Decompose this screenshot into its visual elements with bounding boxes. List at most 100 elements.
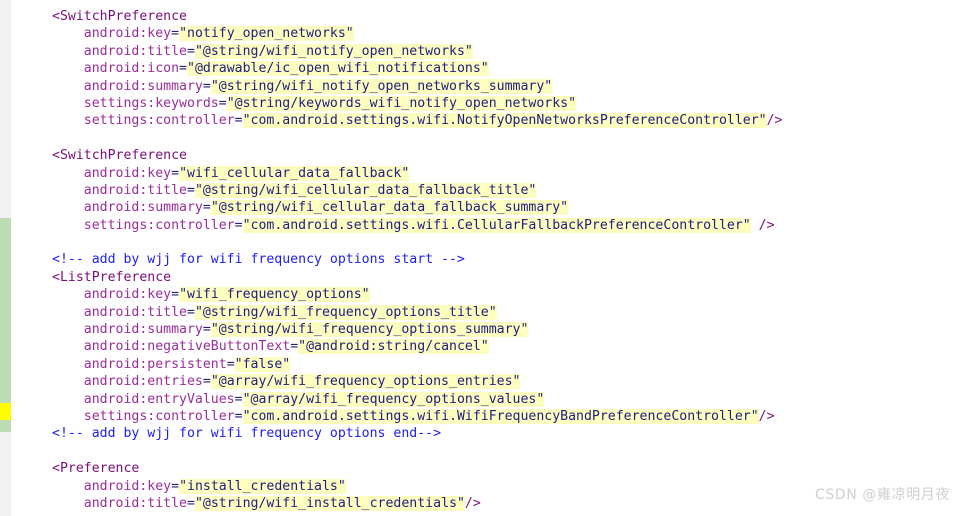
token-eq: = (234, 408, 243, 424)
code-line[interactable]: <SwitchPreference (11, 147, 964, 164)
code-line[interactable]: settings:controller="com.android.setting… (11, 408, 964, 425)
code-line[interactable]: android:title="@string/wifi_cellular_dat… (11, 182, 964, 199)
code-line-blank[interactable] (11, 234, 964, 251)
token-val: "notify_open_networks" (179, 26, 354, 42)
token-punct: /> (750, 217, 775, 233)
token-eq: = (186, 495, 195, 511)
token-attr: android:entryValues (83, 391, 235, 407)
token-val: "@drawable/ic_open_wifi_notifications" (187, 61, 489, 77)
code-line[interactable]: android:key="wifi_frequency_options" (11, 286, 964, 303)
code-line[interactable]: android:key="notify_open_networks" (11, 25, 964, 42)
code-line[interactable]: android:negativeButtonText="@android:str… (11, 338, 964, 355)
token-eq: = (186, 182, 195, 198)
code-line[interactable]: android:persistent="false" (11, 356, 964, 373)
token-val: "@string/wifi_frequency_options_summary" (210, 322, 529, 338)
token-attr: android:persistent (83, 356, 227, 372)
token-comment: <!-- add by wjj for wifi frequency optio… (52, 426, 442, 442)
code-line[interactable]: android:key="wifi_cellular_data_fallback… (11, 165, 964, 182)
code-line[interactable]: <SwitchPreference (11, 8, 964, 25)
code-line[interactable]: settings:controller="com.android.setting… (11, 112, 964, 129)
token-tag: <SwitchPreference (52, 148, 187, 164)
code-line[interactable]: <!-- add by wjj for wifi frequency optio… (11, 425, 964, 442)
token-val: "@array/wifi_frequency_options_entries" (210, 374, 521, 390)
token-eq: = (202, 200, 211, 216)
token-attr: android:key (83, 165, 172, 181)
token-attr: android:summary (83, 200, 203, 216)
token-val: "wifi_cellular_data_fallback" (179, 165, 410, 181)
token-val: "@android:string/cancel" (298, 339, 489, 355)
gutter-marker-added-block-tail[interactable] (0, 420, 11, 432)
code-line[interactable]: settings:keywords="@string/keywords_wifi… (11, 95, 964, 112)
code-line[interactable]: android:summary="@string/wifi_cellular_d… (11, 199, 964, 216)
editor-gutter[interactable] (0, 0, 11, 516)
token-attr: android:title (83, 182, 187, 198)
token-eq: = (234, 217, 243, 233)
code-line[interactable]: android:title="@string/wifi_notify_open_… (11, 43, 964, 60)
code-line[interactable]: <ListPreference (11, 269, 964, 286)
token-eq: = (171, 26, 180, 42)
token-eq: = (186, 304, 195, 320)
token-attr: android:summary (83, 78, 203, 94)
token-attr: android:negativeButtonText (83, 339, 291, 355)
token-eq: = (179, 61, 187, 77)
code-line[interactable]: android:summary="@string/wifi_notify_ope… (11, 78, 964, 95)
code-content[interactable]: <SwitchPreference android:key="notify_op… (11, 0, 964, 516)
code-line[interactable]: android:entries="@array/wifi_frequency_o… (11, 373, 964, 390)
token-attr: android:icon (83, 61, 180, 77)
code-line[interactable]: <!-- add by wjj for wifi frequency optio… (11, 251, 964, 268)
code-line-blank[interactable] (11, 443, 964, 460)
code-line[interactable]: android:summary="@string/wifi_frequency_… (11, 321, 964, 338)
code-line-blank[interactable] (11, 130, 964, 147)
token-eq: = (171, 478, 180, 494)
token-val: "@string/wifi_cellular_data_fallback_sum… (210, 200, 569, 216)
token-attr: settings:controller (83, 217, 235, 233)
code-line[interactable]: settings:controller="com.android.setting… (11, 217, 964, 234)
token-eq: = (226, 356, 235, 372)
token-tag: <SwitchPreference (52, 9, 187, 24)
token-attr: android:title (83, 495, 187, 511)
code-editor[interactable]: <SwitchPreference android:key="notify_op… (0, 0, 964, 516)
gutter-marker-modified-line[interactable] (0, 403, 11, 420)
gutter-marker-added-block[interactable] (0, 218, 11, 403)
token-attr: android:summary (83, 322, 203, 338)
token-val: "@string/wifi_notify_open_networks" (194, 43, 473, 59)
token-eq: = (234, 391, 243, 407)
token-attr: settings:keywords (83, 95, 219, 111)
token-attr: android:key (83, 287, 172, 303)
token-eq: = (186, 43, 195, 59)
token-val: "@string/wifi_frequency_options_title" (194, 304, 497, 320)
token-val: "wifi_frequency_options" (179, 287, 370, 303)
token-eq: = (171, 165, 180, 181)
code-line[interactable]: android:entryValues="@array/wifi_frequen… (11, 391, 964, 408)
token-punct: /> (766, 113, 783, 129)
token-val: "com.android.settings.wifi.WifiFrequency… (242, 408, 759, 424)
token-val: "com.android.settings.wifi.NotifyOpenNet… (242, 113, 767, 129)
code-line[interactable]: <Preference (11, 460, 964, 477)
token-val: "@string/keywords_wifi_notify_open_netwo… (226, 95, 577, 111)
token-eq: = (234, 113, 243, 129)
token-tag: <ListPreference (52, 269, 172, 285)
code-line[interactable]: android:title="@string/wifi_frequency_op… (11, 304, 964, 321)
token-val: "@array/wifi_frequency_options_values" (242, 391, 545, 407)
token-eq: = (218, 95, 227, 111)
token-punct: /> (464, 495, 481, 511)
code-line[interactable]: android:icon="@drawable/ic_open_wifi_not… (11, 60, 964, 77)
